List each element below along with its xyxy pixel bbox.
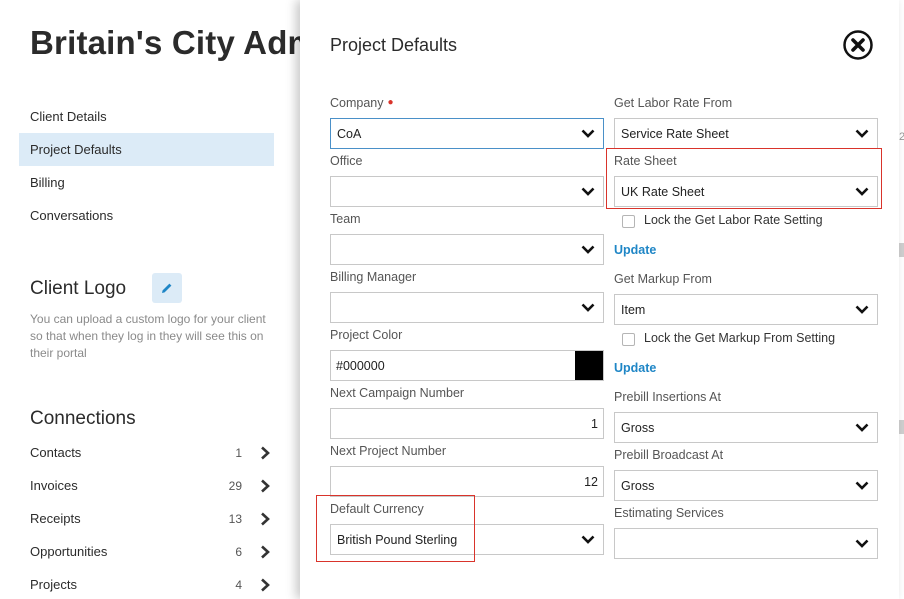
chevron-down-icon — [847, 423, 877, 432]
markup-from-label: Get Markup From — [614, 272, 712, 286]
billing-manager-label: Billing Manager — [330, 270, 417, 284]
prebill-insertions-value: Gross — [621, 420, 655, 435]
connection-count: 29 — [228, 478, 242, 493]
connection-label: Receipts — [30, 511, 81, 526]
prebill-insertions-label: Prebill Insertions At — [614, 390, 721, 404]
next-campaign-label: Next Campaign Number — [330, 386, 465, 400]
required-indicator: ● — [387, 97, 394, 108]
labor-rate-from-select[interactable]: Service Rate Sheet — [614, 118, 878, 149]
markup-from-select[interactable]: Item — [614, 294, 878, 325]
chevron-down-icon — [573, 187, 603, 196]
default-currency-label: Default Currency — [330, 502, 424, 516]
nav-item-project-defaults[interactable]: Project Defaults — [19, 133, 274, 166]
connection-label: Contacts — [30, 445, 82, 460]
chevron-right-icon[interactable] — [242, 479, 270, 493]
rate-sheet-select[interactable]: UK Rate Sheet — [614, 176, 878, 207]
next-campaign-value: 1 — [591, 416, 598, 431]
project-defaults-modal: Project Defaults Company ● CoA Office Tea… — [300, 0, 899, 599]
project-color-value: #000000 — [336, 358, 385, 373]
chevron-right-icon[interactable] — [242, 446, 270, 460]
markup-from-value: Item — [621, 302, 646, 317]
connection-label: Invoices — [30, 478, 78, 493]
client-logo-heading: Client Logo — [30, 278, 127, 299]
connection-row-projects[interactable]: Projects 4 — [30, 568, 270, 599]
next-campaign-input[interactable]: 1 — [330, 408, 604, 439]
update-markup-link[interactable]: Update — [614, 361, 656, 375]
connection-count: 13 — [228, 511, 242, 526]
scrollbar-thumb[interactable] — [899, 243, 904, 257]
default-currency-value: British Pound Sterling — [337, 532, 458, 547]
estimating-services-label: Estimating Services — [614, 506, 724, 520]
chevron-down-icon — [847, 129, 877, 138]
edge-text: 2 — [899, 131, 904, 143]
chevron-right-icon[interactable] — [242, 578, 270, 592]
project-color-label: Project Color — [330, 328, 403, 342]
connections-heading: Connections — [30, 408, 136, 429]
connection-count: 6 — [235, 544, 242, 559]
connection-count: 1 — [235, 445, 242, 460]
page-title: Britain's City Adm — [30, 24, 318, 61]
connection-label: Projects — [30, 577, 77, 592]
chevron-down-icon — [573, 303, 603, 312]
chevron-right-icon[interactable] — [242, 545, 270, 559]
office-label: Office — [330, 154, 363, 168]
company-select[interactable]: CoA — [330, 118, 604, 149]
close-button[interactable] — [842, 29, 874, 61]
edit-logo-button[interactable] — [152, 273, 182, 303]
connection-row-contacts[interactable]: Contacts 1 — [30, 436, 270, 469]
billing-manager-select[interactable] — [330, 292, 604, 323]
prebill-broadcast-value: Gross — [621, 478, 655, 493]
nav-item-billing[interactable]: Billing — [19, 166, 274, 199]
chevron-down-icon — [573, 129, 603, 138]
connection-row-receipts[interactable]: Receipts 13 — [30, 502, 270, 535]
color-swatch[interactable] — [575, 351, 603, 380]
connection-label: Opportunities — [30, 544, 108, 559]
chevron-down-icon — [847, 187, 877, 196]
chevron-down-icon — [847, 305, 877, 314]
labor-rate-from-label: Get Labor Rate From — [614, 96, 733, 110]
lock-markup-checkbox[interactable] — [622, 333, 635, 346]
next-project-value: 12 — [584, 474, 598, 489]
prebill-broadcast-label: Prebill Broadcast At — [614, 448, 724, 462]
company-label: Company ● — [330, 96, 394, 110]
project-color-input[interactable]: #000000 — [330, 350, 604, 381]
connections-list: Contacts 1 Invoices 29 Receipts 13 Oppor… — [30, 436, 270, 599]
client-logo-description: You can upload a custom logo for your cl… — [30, 312, 266, 360]
nav-item-conversations[interactable]: Conversations — [19, 199, 274, 232]
company-value: CoA — [337, 126, 362, 141]
team-select[interactable] — [330, 234, 604, 265]
chevron-right-icon[interactable] — [242, 512, 270, 526]
rate-sheet-value: UK Rate Sheet — [621, 184, 705, 199]
scrollbar-thumb-lower[interactable] — [899, 420, 904, 434]
connection-row-invoices[interactable]: Invoices 29 — [30, 469, 270, 502]
pencil-icon — [162, 283, 172, 293]
modal-title: Project Defaults — [330, 35, 458, 55]
next-project-label: Next Project Number — [330, 444, 447, 458]
default-currency-select[interactable]: British Pound Sterling — [330, 524, 604, 555]
close-icon — [843, 30, 873, 60]
prebill-insertions-select[interactable]: Gross — [614, 412, 878, 443]
connection-row-opportunities[interactable]: Opportunities 6 — [30, 535, 270, 568]
prebill-broadcast-select[interactable]: Gross — [614, 470, 878, 501]
chevron-down-icon — [847, 539, 877, 548]
team-label: Team — [330, 212, 361, 226]
lock-markup-label: Lock the Get Markup From Setting — [644, 331, 836, 345]
labor-rate-from-value: Service Rate Sheet — [621, 126, 729, 141]
chevron-down-icon — [573, 535, 603, 544]
chevron-down-icon — [573, 245, 603, 254]
chevron-down-icon — [847, 481, 877, 490]
next-project-input[interactable]: 12 — [330, 466, 604, 497]
estimating-services-select[interactable] — [614, 528, 878, 559]
lock-labor-rate-checkbox[interactable] — [622, 215, 635, 228]
rate-sheet-label: Rate Sheet — [614, 154, 677, 168]
update-labor-rate-link[interactable]: Update — [614, 243, 656, 257]
client-nav: Client Details Project Defaults Billing … — [19, 100, 274, 232]
office-select[interactable] — [330, 176, 604, 207]
nav-item-client-details[interactable]: Client Details — [19, 100, 274, 133]
lock-labor-rate-label: Lock the Get Labor Rate Setting — [644, 213, 823, 227]
connection-count: 4 — [235, 577, 242, 592]
